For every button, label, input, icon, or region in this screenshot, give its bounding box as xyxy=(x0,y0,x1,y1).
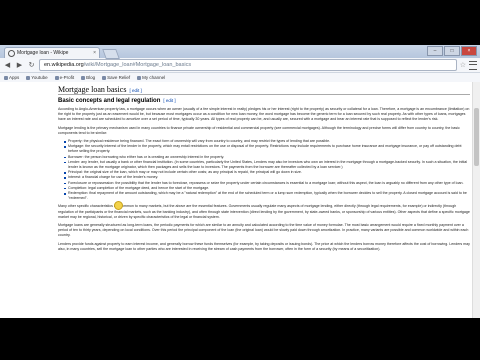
window-controls: – □ × xyxy=(427,46,477,56)
browser-toolbar: ◀ ▶ ↻ en.wikipedia.org/wiki/Mortgage_loa… xyxy=(0,58,480,73)
bookmark-label: Youtube xyxy=(31,75,48,80)
youtube-icon xyxy=(26,75,31,80)
tab-strip: Mortgage loan - Wikipe × – □ × xyxy=(0,45,480,59)
bookmark-label: Apps xyxy=(9,75,20,80)
section-edit-link[interactable]: [ edit ] xyxy=(129,88,141,93)
paragraph: According to Anglo-American property law… xyxy=(58,107,470,122)
letterbox-bottom xyxy=(0,318,480,360)
bookmark-apps[interactable]: Apps xyxy=(4,75,19,80)
paragraph: Mortgage loans are generally structured … xyxy=(58,223,469,238)
subsection-edit-link[interactable]: [ edit ] xyxy=(163,98,175,103)
reload-button[interactable]: ↻ xyxy=(27,61,36,70)
minimize-button[interactable]: – xyxy=(427,46,443,56)
letterbox-top xyxy=(0,0,480,45)
bookmark-youtube[interactable]: Youtube xyxy=(26,75,48,80)
list-item: Lender: any lender, but usually a bank o… xyxy=(64,160,470,170)
forward-button[interactable]: ▶ xyxy=(15,61,24,70)
article-body: Mortgage loan basics[ edit ] Basic conce… xyxy=(58,82,470,255)
page-icon xyxy=(102,75,107,80)
bookmark-save-relief[interactable]: Save Relief xyxy=(102,75,130,80)
maximize-button[interactable]: □ xyxy=(444,46,460,56)
scrollbar-thumb[interactable] xyxy=(474,108,479,166)
address-path: /wiki/Mortgage_loan#Mortgage_loan_basics xyxy=(83,62,192,68)
page-icon xyxy=(137,75,142,80)
video-frame: Mortgage loan - Wikipe × – □ × ◀ ▶ ↻ en.… xyxy=(0,0,480,360)
components-list: Property: the physical residence being f… xyxy=(58,139,470,201)
close-window-button[interactable]: × xyxy=(461,46,477,56)
page-icon xyxy=(81,75,86,80)
tab-close-icon[interactable]: × xyxy=(93,50,96,56)
bookmark-label: My channel xyxy=(142,75,166,80)
address-bar[interactable]: en.wikipedia.org/wiki/Mortgage_loan#Mort… xyxy=(39,59,457,71)
list-item: Mortgage: the security interest of the l… xyxy=(64,144,470,154)
page-content: Mortgage loan basics[ edit ] Basic conce… xyxy=(0,82,480,318)
paragraph: Lenders provide funds against property t… xyxy=(58,241,470,251)
tab-title: Mortgage loan - Wikipe xyxy=(17,50,69,56)
back-button[interactable]: ◀ xyxy=(3,61,12,70)
section-title: Mortgage loan basics xyxy=(58,85,127,94)
page-icon xyxy=(54,75,59,80)
paragraph: Mortgage lending is the primary mechanis… xyxy=(58,125,460,135)
subsection-heading: Basic concepts and legal regulation[ edi… xyxy=(58,98,470,104)
mouse-cursor-highlight xyxy=(114,201,123,210)
bookmark-label: Save Relief xyxy=(107,75,131,80)
page-scrollbar[interactable] xyxy=(472,82,480,318)
browser-window: Mortgage loan - Wikipe × – □ × ◀ ▶ ↻ en.… xyxy=(0,45,480,318)
subsection-title: Basic concepts and legal regulation xyxy=(58,98,161,104)
apps-icon xyxy=(4,75,8,80)
list-item: Redemption: final repayment of the amoun… xyxy=(64,191,470,201)
bookmark-blog[interactable]: Blog xyxy=(81,75,95,80)
bookmark-label: e-Profit xyxy=(59,75,75,80)
chrome-menu-icon[interactable] xyxy=(469,60,477,70)
tab-mortgage-loan[interactable]: Mortgage loan - Wikipe × xyxy=(4,47,100,58)
wikipedia-favicon-icon xyxy=(8,49,15,57)
address-host: en.wikipedia.org xyxy=(44,62,84,68)
bookmark-e-profit[interactable]: e-Profit xyxy=(54,75,75,80)
bookmark-label: Blog xyxy=(86,75,96,80)
section-heading: Mortgage loan basics[ edit ] xyxy=(58,82,470,95)
new-tab-button[interactable] xyxy=(102,49,120,59)
bookmark-my-channel[interactable]: My channel xyxy=(137,75,165,80)
bookmark-star-icon[interactable]: ☆ xyxy=(460,61,466,69)
